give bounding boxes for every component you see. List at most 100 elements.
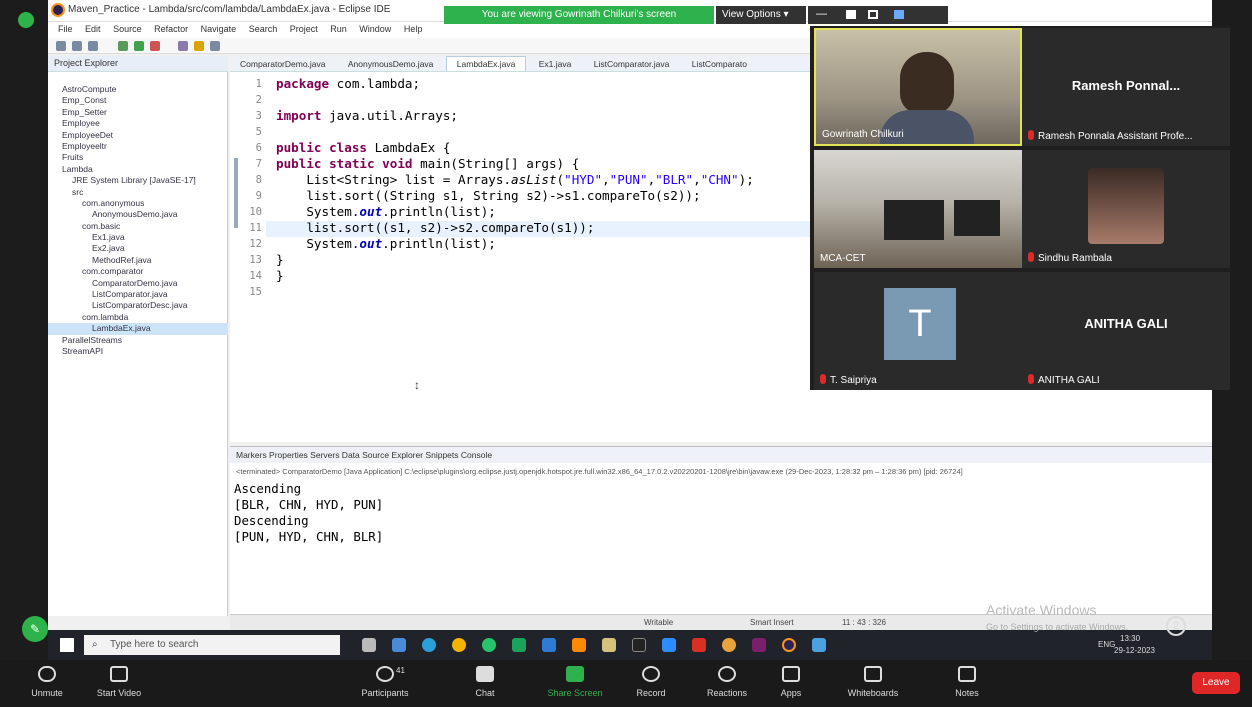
unmute-button[interactable]: Unmute: [12, 664, 82, 698]
tree-node[interactable]: EmployeeDet: [48, 130, 228, 141]
stop-icon[interactable]: [150, 41, 160, 51]
chrome-icon[interactable]: [452, 638, 466, 652]
tab-listcomparatordesc[interactable]: ListComparato: [682, 57, 757, 71]
clock-date[interactable]: 29-12-2023: [1114, 646, 1155, 655]
console-tabs[interactable]: Markers Properties Servers Data Source E…: [230, 447, 1212, 463]
tree-node[interactable]: LambdaEx.java: [48, 323, 228, 335]
participant-tile[interactable]: T T. Saipriya: [814, 272, 1022, 390]
eclipse-icon[interactable]: [782, 638, 796, 652]
tree-node[interactable]: ComparatorDemo.java: [48, 278, 228, 289]
tree-node[interactable]: ListComparatorDesc.java: [48, 300, 228, 311]
tab-anonymousdemo[interactable]: AnonymousDemo.java: [338, 57, 444, 71]
app-icon[interactable]: [512, 638, 526, 652]
tree-node[interactable]: Employeeltr: [48, 141, 228, 152]
tree-node-label: Employee: [62, 118, 100, 129]
gallery-view-icon[interactable]: [846, 10, 856, 19]
menu-help[interactable]: Help: [404, 24, 423, 34]
app-icon[interactable]: [602, 638, 616, 652]
annotate-pen-icon[interactable]: ✎: [22, 616, 48, 642]
taskbar-search[interactable]: ⌕ Type here to search: [84, 635, 340, 655]
tab-listcomparator[interactable]: ListComparator.java: [584, 57, 680, 71]
layout-icon[interactable]: [894, 10, 904, 19]
start-video-button[interactable]: Start Video: [84, 664, 154, 698]
share-screen-button[interactable]: Share Screen: [540, 664, 610, 698]
run-icon[interactable]: [134, 41, 144, 51]
edge-icon[interactable]: [422, 638, 436, 652]
explorer-icon[interactable]: [392, 638, 406, 652]
menu-search[interactable]: Search: [249, 24, 278, 34]
task-view-icon[interactable]: [362, 638, 376, 652]
whiteboards-button[interactable]: Whiteboards: [838, 664, 908, 698]
zoom-security-icon[interactable]: [18, 12, 34, 28]
tree-node[interactable]: Ex1.java: [48, 232, 228, 243]
menu-source[interactable]: Source: [113, 24, 142, 34]
participant-tile[interactable]: Ramesh Ponnal... Ramesh Ponnala Assistan…: [1022, 28, 1230, 146]
menu-refactor[interactable]: Refactor: [154, 24, 188, 34]
terminal-icon[interactable]: [632, 638, 646, 652]
tab-ex1[interactable]: Ex1.java: [529, 57, 582, 71]
language-indicator[interactable]: ENG: [1098, 640, 1115, 649]
line-number: 14: [249, 270, 262, 282]
tree-node[interactable]: Emp_Setter: [48, 107, 228, 118]
new-icon[interactable]: [56, 41, 66, 51]
notification-badge[interactable]: 2: [1166, 616, 1186, 636]
participants-button[interactable]: 41 Participants: [350, 664, 420, 698]
menu-navigate[interactable]: Navigate: [201, 24, 237, 34]
tree-node[interactable]: AstroCompute: [48, 84, 228, 95]
app-icon[interactable]: [812, 638, 826, 652]
tree-node[interactable]: com.basic: [48, 221, 228, 232]
windows-start-icon[interactable]: [60, 638, 74, 652]
open-type-icon[interactable]: [194, 41, 204, 51]
tree-node[interactable]: com.lambda: [48, 312, 228, 323]
leave-button[interactable]: Leave: [1192, 672, 1240, 694]
menu-project[interactable]: Project: [290, 24, 318, 34]
vlc-icon[interactable]: [572, 638, 586, 652]
chrome-icon[interactable]: [722, 638, 736, 652]
tree-node[interactable]: StreamAPI: [48, 346, 228, 357]
menu-run[interactable]: Run: [330, 24, 347, 34]
project-explorer-tab[interactable]: Project Explorer: [48, 56, 228, 72]
tab-lambdaex[interactable]: LambdaEx.java: [445, 56, 527, 71]
participant-tile[interactable]: Sindhu Rambala: [1022, 150, 1230, 268]
tree-node[interactable]: com.comparator: [48, 266, 228, 277]
tree-node[interactable]: AnonymousDemo.java: [48, 209, 228, 220]
record-button[interactable]: Record: [616, 664, 686, 698]
app-icon[interactable]: [482, 638, 496, 652]
new-class-icon[interactable]: [178, 41, 188, 51]
app-icon[interactable]: [752, 638, 766, 652]
tree-node[interactable]: Employee: [48, 118, 228, 129]
print-icon[interactable]: [88, 41, 98, 51]
pdf-icon[interactable]: [692, 638, 706, 652]
save-icon[interactable]: [72, 41, 82, 51]
notes-button[interactable]: Notes: [932, 664, 1002, 698]
tree-node[interactable]: src: [48, 187, 228, 198]
tree-node[interactable]: Ex2.java: [48, 243, 228, 254]
tree-node[interactable]: JRE System Library [JavaSE-17]: [48, 175, 228, 186]
chat-button[interactable]: Chat: [450, 664, 520, 698]
speaker-view-icon[interactable]: [868, 10, 878, 19]
tree-node[interactable]: Fruits: [48, 152, 228, 163]
search-icon[interactable]: [210, 41, 220, 51]
view-options-button[interactable]: View Options ▾: [716, 6, 806, 24]
menu-file[interactable]: File: [58, 24, 73, 34]
tree-node[interactable]: ParallelStreams: [48, 335, 228, 346]
reactions-button[interactable]: Reactions: [692, 664, 762, 698]
store-icon[interactable]: [542, 638, 556, 652]
tab-comparatordemo[interactable]: ComparatorDemo.java: [230, 57, 336, 71]
tree-node[interactable]: com.anonymous: [48, 198, 228, 209]
line-number: 1: [255, 78, 262, 90]
tree-node[interactable]: Emp_Const: [48, 95, 228, 106]
participant-tile[interactable]: ANITHA GALI ANITHA GALI: [1022, 272, 1230, 390]
menu-window[interactable]: Window: [359, 24, 391, 34]
tree-node[interactable]: ListComparator.java: [48, 289, 228, 300]
clock-time[interactable]: 13:30: [1120, 634, 1140, 643]
tree-node[interactable]: Lambda: [48, 164, 228, 175]
tree-node[interactable]: MethodRef.java: [48, 255, 228, 266]
participant-tile[interactable]: Gowrinath Chilkuri: [814, 28, 1022, 146]
apps-button[interactable]: Apps: [756, 664, 826, 698]
debug-icon[interactable]: [118, 41, 128, 51]
menu-edit[interactable]: Edit: [85, 24, 101, 34]
zoom-icon[interactable]: [662, 638, 676, 652]
minimize-icon[interactable]: —: [816, 8, 827, 20]
participant-tile[interactable]: MCA-CET: [814, 150, 1022, 268]
